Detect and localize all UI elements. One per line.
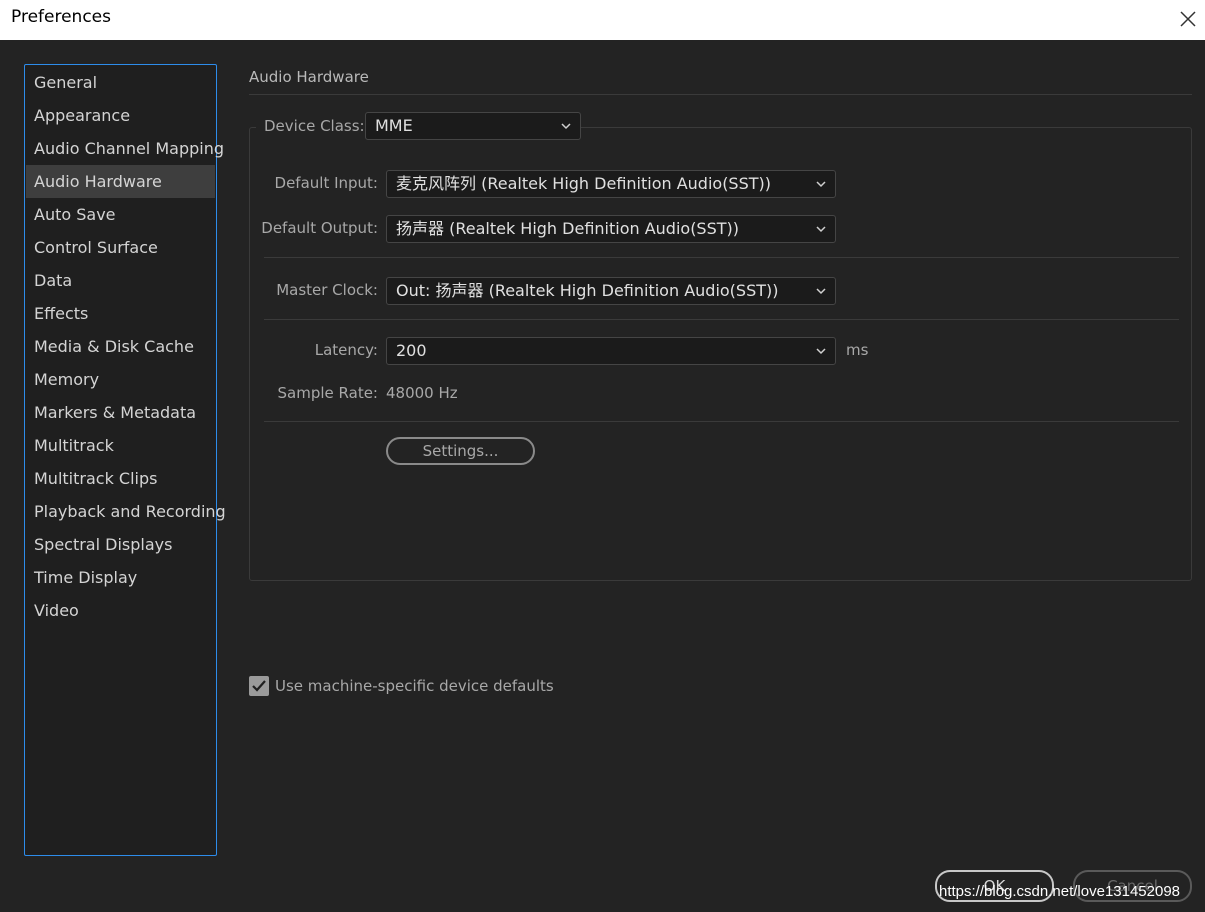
master-clock-value: Out: 扬声器 (Realtek High Definition Audio(… <box>396 281 779 300</box>
sidebar-item-memory[interactable]: Memory <box>26 363 215 396</box>
close-icon[interactable] <box>1175 6 1201 32</box>
watermark-text: https://blog.csdn.net/love131452098 <box>939 883 1181 900</box>
latency-select[interactable]: 200 <box>386 337 836 365</box>
sidebar-item-auto-save[interactable]: Auto Save <box>26 198 215 231</box>
default-input-select[interactable]: 麦克风阵列 (Realtek High Definition Audio(SST… <box>386 170 836 198</box>
device-class-label: Device Class: <box>264 117 365 135</box>
latency-value: 200 <box>396 341 427 360</box>
chevron-down-icon <box>816 348 826 355</box>
device-class-select[interactable]: MME <box>365 112 581 140</box>
default-output-select[interactable]: 扬声器 (Realtek High Definition Audio(SST)) <box>386 215 836 243</box>
default-input-label: Default Input: <box>274 174 378 192</box>
sidebar-item-time-display[interactable]: Time Display <box>26 561 215 594</box>
use-machine-defaults-checkbox[interactable] <box>249 676 269 696</box>
sidebar-item-video[interactable]: Video <box>26 594 215 627</box>
title-bar: Preferences <box>0 0 1205 40</box>
device-class-value: MME <box>375 116 413 135</box>
default-output-label: Default Output: <box>261 219 378 237</box>
default-output-value: 扬声器 (Realtek High Definition Audio(SST)) <box>396 219 740 238</box>
sidebar-item-audio-hardware[interactable]: Audio Hardware <box>26 165 215 198</box>
chevron-down-icon <box>816 288 826 295</box>
sample-rate-label: Sample Rate: <box>277 384 378 402</box>
latency-unit: ms <box>846 341 869 359</box>
latency-label: Latency: <box>314 341 378 359</box>
master-clock-select[interactable]: Out: 扬声器 (Realtek High Definition Audio(… <box>386 277 836 305</box>
sidebar-item-effects[interactable]: Effects <box>26 297 215 330</box>
section-title: Audio Hardware <box>249 68 369 86</box>
sidebar-item-general[interactable]: General <box>26 66 215 99</box>
window-title: Preferences <box>11 7 111 27</box>
use-machine-defaults-checkbox-row[interactable]: Use machine-specific device defaults <box>249 676 554 696</box>
chevron-down-icon <box>816 181 826 188</box>
sidebar-item-playback-recording[interactable]: Playback and Recording <box>26 495 226 528</box>
master-clock-label: Master Clock: <box>276 281 378 299</box>
use-machine-defaults-label: Use machine-specific device defaults <box>275 677 554 695</box>
section-divider <box>249 94 1192 95</box>
divider <box>264 319 1179 320</box>
divider <box>264 421 1179 422</box>
checkmark-icon <box>252 680 266 692</box>
device-class-legend: Device Class: <box>256 112 373 140</box>
sidebar-item-multitrack-clips[interactable]: Multitrack Clips <box>26 462 215 495</box>
sidebar-item-multitrack[interactable]: Multitrack <box>26 429 215 462</box>
sidebar-item-data[interactable]: Data <box>26 264 215 297</box>
sidebar-item-media-disk-cache[interactable]: Media & Disk Cache <box>26 330 215 363</box>
default-input-value: 麦克风阵列 (Realtek High Definition Audio(SST… <box>396 174 772 193</box>
chevron-down-icon <box>816 226 826 233</box>
sidebar-item-appearance[interactable]: Appearance <box>26 99 215 132</box>
sidebar-item-markers-metadata[interactable]: Markers & Metadata <box>26 396 215 429</box>
chevron-down-icon <box>561 123 571 130</box>
sample-rate-value: 48000 Hz <box>386 384 458 402</box>
sidebar-item-spectral-displays[interactable]: Spectral Displays <box>26 528 215 561</box>
preferences-category-list: General Appearance Audio Channel Mapping… <box>24 64 226 856</box>
sidebar-item-audio-channel-mapping[interactable]: Audio Channel Mapping <box>26 132 224 165</box>
sidebar-item-control-surface[interactable]: Control Surface <box>26 231 215 264</box>
settings-button[interactable]: Settings... <box>386 437 535 465</box>
divider <box>264 257 1179 258</box>
